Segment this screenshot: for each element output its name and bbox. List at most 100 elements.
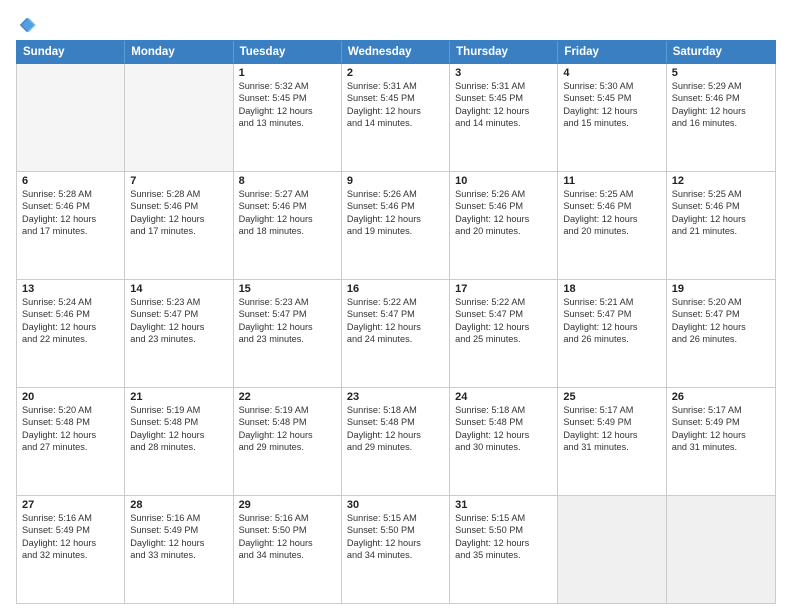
- cell-line: Daylight: 12 hours: [672, 105, 770, 117]
- cell-line: Daylight: 12 hours: [347, 105, 444, 117]
- cell-line: and 20 minutes.: [455, 225, 552, 237]
- cell-line: and 19 minutes.: [347, 225, 444, 237]
- cell-line: Sunset: 5:45 PM: [239, 92, 336, 104]
- cal-cell: 14Sunrise: 5:23 AMSunset: 5:47 PMDayligh…: [125, 280, 233, 387]
- cal-cell: 10Sunrise: 5:26 AMSunset: 5:46 PMDayligh…: [450, 172, 558, 279]
- cell-line: and 24 minutes.: [347, 333, 444, 345]
- cell-line: Daylight: 12 hours: [455, 105, 552, 117]
- cell-line: Daylight: 12 hours: [22, 213, 119, 225]
- cell-line: and 20 minutes.: [563, 225, 660, 237]
- day-number: 18: [563, 283, 660, 295]
- cal-cell: 24Sunrise: 5:18 AMSunset: 5:48 PMDayligh…: [450, 388, 558, 495]
- cell-line: and 14 minutes.: [347, 117, 444, 129]
- cell-line: and 33 minutes.: [130, 549, 227, 561]
- cell-line: and 29 minutes.: [239, 441, 336, 453]
- cal-cell: [17, 64, 125, 171]
- cell-line: Sunrise: 5:24 AM: [22, 296, 119, 308]
- cell-line: Daylight: 12 hours: [455, 429, 552, 441]
- cal-cell: 12Sunrise: 5:25 AMSunset: 5:46 PMDayligh…: [667, 172, 775, 279]
- cell-line: and 31 minutes.: [563, 441, 660, 453]
- cell-line: Daylight: 12 hours: [239, 321, 336, 333]
- cell-line: Sunrise: 5:28 AM: [130, 188, 227, 200]
- cell-line: Daylight: 12 hours: [22, 321, 119, 333]
- cell-line: Sunrise: 5:19 AM: [239, 404, 336, 416]
- cell-line: Daylight: 12 hours: [563, 321, 660, 333]
- cell-line: Daylight: 12 hours: [455, 537, 552, 549]
- cell-line: and 26 minutes.: [563, 333, 660, 345]
- cal-cell: 18Sunrise: 5:21 AMSunset: 5:47 PMDayligh…: [558, 280, 666, 387]
- cal-cell: 26Sunrise: 5:17 AMSunset: 5:49 PMDayligh…: [667, 388, 775, 495]
- cal-cell: 7Sunrise: 5:28 AMSunset: 5:46 PMDaylight…: [125, 172, 233, 279]
- cell-line: and 31 minutes.: [672, 441, 770, 453]
- cell-line: Sunrise: 5:19 AM: [130, 404, 227, 416]
- day-number: 29: [239, 499, 336, 511]
- day-number: 5: [672, 67, 770, 79]
- cell-line: Sunrise: 5:20 AM: [22, 404, 119, 416]
- cell-line: Daylight: 12 hours: [22, 537, 119, 549]
- cell-line: Sunset: 5:49 PM: [130, 524, 227, 536]
- logo-icon: [18, 16, 36, 34]
- cal-cell: 1Sunrise: 5:32 AMSunset: 5:45 PMDaylight…: [234, 64, 342, 171]
- cell-line: and 28 minutes.: [130, 441, 227, 453]
- cal-cell: 25Sunrise: 5:17 AMSunset: 5:49 PMDayligh…: [558, 388, 666, 495]
- cell-line: Sunrise: 5:15 AM: [455, 512, 552, 524]
- day-number: 25: [563, 391, 660, 403]
- cell-line: and 27 minutes.: [22, 441, 119, 453]
- logo: [16, 16, 36, 34]
- cal-cell: [125, 64, 233, 171]
- cell-line: Daylight: 12 hours: [563, 213, 660, 225]
- day-number: 19: [672, 283, 770, 295]
- header-day-friday: Friday: [558, 41, 666, 63]
- day-number: 20: [22, 391, 119, 403]
- cal-cell: 15Sunrise: 5:23 AMSunset: 5:47 PMDayligh…: [234, 280, 342, 387]
- cell-line: Sunrise: 5:26 AM: [347, 188, 444, 200]
- day-number: 30: [347, 499, 444, 511]
- cell-line: Sunrise: 5:31 AM: [455, 80, 552, 92]
- cell-line: Sunset: 5:47 PM: [239, 308, 336, 320]
- cell-line: Sunset: 5:45 PM: [563, 92, 660, 104]
- cell-line: and 16 minutes.: [672, 117, 770, 129]
- cal-cell: 30Sunrise: 5:15 AMSunset: 5:50 PMDayligh…: [342, 496, 450, 603]
- calendar-row-1: 6Sunrise: 5:28 AMSunset: 5:46 PMDaylight…: [17, 172, 775, 280]
- cell-line: Daylight: 12 hours: [672, 429, 770, 441]
- cell-line: Sunrise: 5:16 AM: [239, 512, 336, 524]
- calendar-header: SundayMondayTuesdayWednesdayThursdayFrid…: [16, 40, 776, 64]
- cell-line: and 26 minutes.: [672, 333, 770, 345]
- header-day-thursday: Thursday: [450, 41, 558, 63]
- cell-line: Sunrise: 5:28 AM: [22, 188, 119, 200]
- header: [16, 12, 776, 34]
- calendar-row-4: 27Sunrise: 5:16 AMSunset: 5:49 PMDayligh…: [17, 496, 775, 603]
- cell-line: Sunset: 5:46 PM: [563, 200, 660, 212]
- cell-line: and 29 minutes.: [347, 441, 444, 453]
- cell-line: and 22 minutes.: [22, 333, 119, 345]
- cal-cell: 2Sunrise: 5:31 AMSunset: 5:45 PMDaylight…: [342, 64, 450, 171]
- cal-cell: 27Sunrise: 5:16 AMSunset: 5:49 PMDayligh…: [17, 496, 125, 603]
- cell-line: and 23 minutes.: [239, 333, 336, 345]
- day-number: 10: [455, 175, 552, 187]
- day-number: 3: [455, 67, 552, 79]
- cell-line: Daylight: 12 hours: [455, 213, 552, 225]
- cell-line: Sunset: 5:46 PM: [672, 92, 770, 104]
- cell-line: Sunrise: 5:23 AM: [239, 296, 336, 308]
- cell-line: and 18 minutes.: [239, 225, 336, 237]
- cell-line: Daylight: 12 hours: [672, 321, 770, 333]
- cell-line: Daylight: 12 hours: [455, 321, 552, 333]
- calendar-body: 1Sunrise: 5:32 AMSunset: 5:45 PMDaylight…: [16, 64, 776, 604]
- cell-line: and 15 minutes.: [563, 117, 660, 129]
- day-number: 12: [672, 175, 770, 187]
- cell-line: Sunset: 5:48 PM: [239, 416, 336, 428]
- cal-cell: 4Sunrise: 5:30 AMSunset: 5:45 PMDaylight…: [558, 64, 666, 171]
- day-number: 7: [130, 175, 227, 187]
- cell-line: and 32 minutes.: [22, 549, 119, 561]
- cal-cell: 5Sunrise: 5:29 AMSunset: 5:46 PMDaylight…: [667, 64, 775, 171]
- cell-line: Sunrise: 5:20 AM: [672, 296, 770, 308]
- cell-line: Sunset: 5:46 PM: [22, 200, 119, 212]
- cell-line: and 13 minutes.: [239, 117, 336, 129]
- cell-line: Sunset: 5:46 PM: [239, 200, 336, 212]
- cell-line: Daylight: 12 hours: [563, 105, 660, 117]
- calendar-row-0: 1Sunrise: 5:32 AMSunset: 5:45 PMDaylight…: [17, 64, 775, 172]
- cal-cell: [667, 496, 775, 603]
- cell-line: Sunrise: 5:31 AM: [347, 80, 444, 92]
- cell-line: Sunrise: 5:32 AM: [239, 80, 336, 92]
- cal-cell: 22Sunrise: 5:19 AMSunset: 5:48 PMDayligh…: [234, 388, 342, 495]
